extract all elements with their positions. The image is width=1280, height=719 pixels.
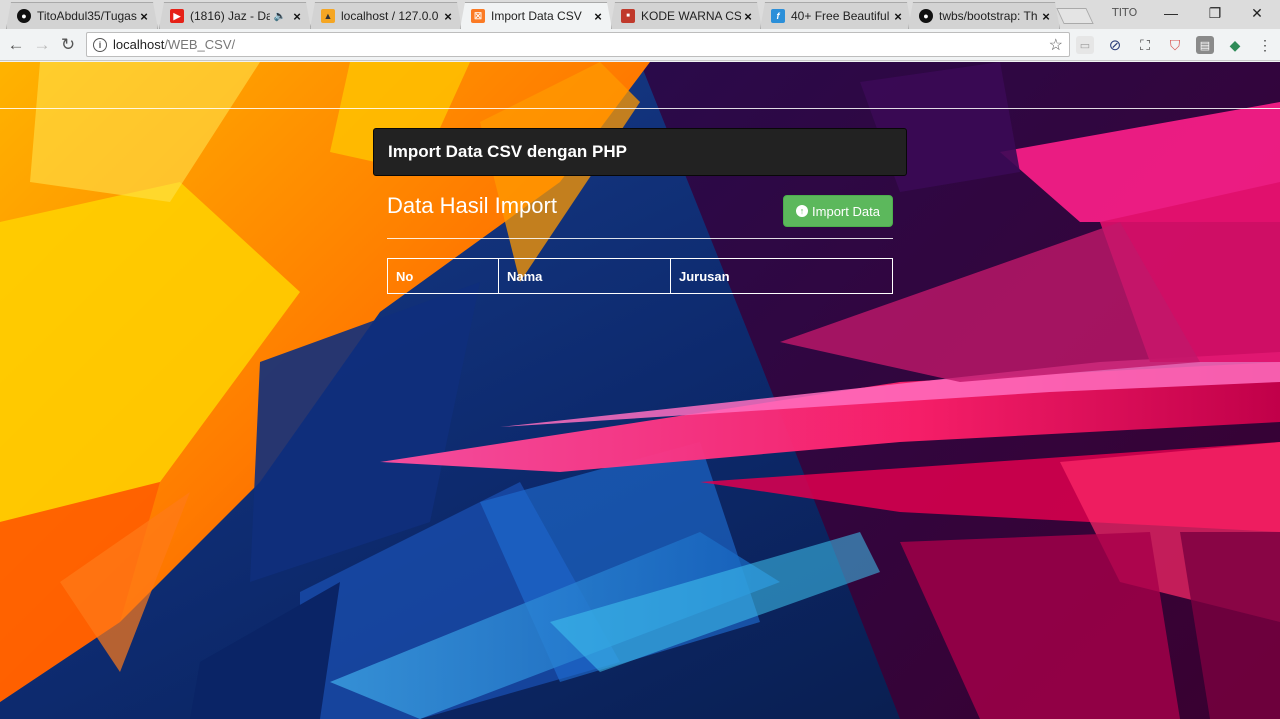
import-data-button[interactable]: ↑ Import Data	[783, 195, 893, 227]
f-icon: f	[771, 9, 785, 23]
column-header-nama: Nama	[498, 258, 671, 294]
close-icon[interactable]: ×	[741, 9, 755, 24]
close-icon[interactable]: ×	[290, 9, 304, 24]
window-close-icon[interactable]: ✕	[1236, 0, 1278, 26]
shield-icon[interactable]: ⛉	[1166, 36, 1184, 54]
column-header-jurusan: Jurusan	[670, 258, 893, 294]
page-viewport: Import Data CSV dengan PHP Data Hasil Im…	[0, 62, 1280, 719]
block-icon[interactable]: ⊘	[1106, 36, 1124, 54]
import-data-label: Import Data	[812, 203, 880, 219]
reload-icon[interactable]: ↻	[56, 33, 80, 57]
address-host: localhost	[113, 37, 165, 52]
xampp-icon: ☒	[471, 9, 485, 23]
bookmark-star-icon[interactable]: ☆	[1049, 35, 1063, 55]
tab-title: KODE WARNA CSS	[641, 9, 741, 23]
minimize-icon[interactable]: —	[1150, 0, 1192, 26]
upload-circle-icon: ↑	[796, 205, 809, 217]
window-icon[interactable]: ▤	[1196, 36, 1214, 54]
menu-icon[interactable]: ⋮	[1256, 36, 1274, 54]
globe-icon[interactable]: ◆	[1226, 36, 1244, 54]
close-icon[interactable]: ×	[891, 9, 905, 24]
address-path: /WEB_CSV/	[164, 37, 236, 52]
tab-strip: ● TitoAbdul35/Tugas × ▶ (1816) Jaz - Dar…	[0, 0, 1280, 29]
tab-title: 40+ Free Beautiful	[791, 9, 890, 23]
import-result-table: No Nama Jurusan	[387, 258, 893, 294]
page-title: Data Hasil Import	[387, 193, 557, 218]
back-icon[interactable]: ←	[4, 33, 28, 57]
navbar-divider	[0, 108, 1280, 109]
tab-free-beautiful[interactable]: f 40+ Free Beautiful ×	[760, 2, 912, 29]
title-divider	[387, 238, 893, 239]
close-icon[interactable]: ×	[441, 9, 455, 24]
tab-title: Import Data CSV	[491, 9, 582, 23]
column-header-no: No	[387, 258, 499, 294]
close-icon[interactable]: ×	[137, 9, 151, 24]
close-icon[interactable]: ×	[591, 9, 605, 24]
tab-github-tugas[interactable]: ● TitoAbdul35/Tugas ×	[6, 2, 158, 29]
tab-twbs-bootstrap[interactable]: ● twbs/bootstrap: Th ×	[908, 2, 1060, 29]
github-icon: ●	[919, 9, 933, 23]
tab-title: twbs/bootstrap: Th	[939, 9, 1038, 23]
table-header-row: No Nama Jurusan	[387, 258, 893, 294]
address-bar[interactable]: i localhost/WEB_CSV/ ☆	[86, 32, 1070, 57]
screenshot-icon[interactable]: ⛶	[1136, 36, 1154, 54]
panel-heading: Import Data CSV dengan PHP	[373, 128, 907, 176]
info-icon[interactable]: i	[93, 37, 107, 52]
tab-kode-warna[interactable]: ■ KODE WARNA CSS ×	[610, 2, 762, 29]
restore-icon[interactable]: ❐	[1194, 0, 1236, 26]
youtube-icon: ▶	[170, 9, 184, 23]
speaker-icon[interactable]: 🔈	[274, 11, 286, 22]
tab-phpmyadmin[interactable]: ▲ localhost / 127.0.0 ×	[310, 2, 462, 29]
new-tab-button[interactable]	[1056, 8, 1094, 24]
tab-title: localhost / 127.0.0	[341, 9, 439, 23]
profile-name[interactable]: TITO	[1112, 6, 1137, 19]
phpmyadmin-icon: ▲	[321, 9, 335, 23]
github-icon: ●	[17, 9, 31, 23]
extension-icon[interactable]: ▭	[1076, 36, 1094, 54]
tab-title: (1816) Jaz - Dar	[190, 9, 270, 23]
browser-toolbar: ← → ↻ i localhost/WEB_CSV/ ☆ ▭ ⊘ ⛶ ⛉ ▤ ◆…	[0, 29, 1280, 61]
forward-icon[interactable]: →	[30, 33, 54, 57]
tab-import-data-csv[interactable]: ☒ Import Data CSV ×	[460, 2, 612, 29]
tab-title: TitoAbdul35/Tugas	[37, 9, 137, 23]
close-icon[interactable]: ×	[1039, 9, 1053, 24]
codeweb-icon: ■	[621, 9, 635, 23]
tab-youtube[interactable]: ▶ (1816) Jaz - Dar 🔈 ×	[159, 2, 311, 29]
